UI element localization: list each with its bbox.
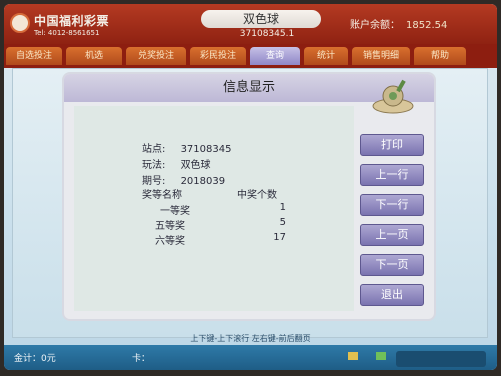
settings-gear-icon: [369, 76, 417, 116]
balance-value: 1852.54: [406, 20, 448, 31]
balance-label: 账户余额：: [350, 20, 400, 31]
prize-count-header-cell: 中奖个数: [237, 186, 277, 201]
exit-button[interactable]: 退出: [360, 284, 424, 306]
tab-query[interactable]: 查询: [250, 47, 300, 65]
keyboard-hint: 上下键-上下滚行 左右键-前后翻页: [190, 334, 311, 343]
account-balance: 账户余额： 1852.54: [350, 16, 447, 31]
tab-redeem[interactable]: 兑奖投注: [126, 47, 186, 65]
prize-count-cell: 1: [274, 202, 286, 213]
next-line-button[interactable]: 下一行: [360, 194, 424, 216]
tab-random-pick[interactable]: 机选: [66, 47, 122, 65]
print-button[interactable]: 打印: [360, 134, 424, 156]
prize-table-header: 奖等名称: [142, 186, 182, 201]
prize-count-cell: 17: [270, 232, 286, 243]
prize-count: 5: [279, 217, 286, 228]
dialog-body: [74, 106, 354, 311]
prize-count-header: 中奖个数: [237, 190, 277, 201]
game-name: 双色球: [201, 10, 321, 28]
prize-count: 17: [273, 232, 286, 243]
prize-row: 六等奖: [155, 232, 185, 247]
amount-label: 金计：: [14, 354, 42, 364]
station-label: 站点:: [142, 144, 166, 155]
period-row: 期号: 2018039: [142, 172, 225, 187]
play-label: 玩法:: [142, 160, 166, 171]
amount-total: 金计：0元: [14, 351, 56, 364]
prize-count-cell: 5: [274, 217, 286, 228]
printer-icon: [376, 352, 386, 360]
prev-page-button[interactable]: 上一页: [360, 224, 424, 246]
station-row: 站点: 37108345: [142, 140, 231, 155]
card-status: 卡：: [132, 354, 151, 364]
prize-name-header: 奖等名称: [142, 190, 182, 201]
prize-name: 一等奖: [160, 206, 190, 217]
brand-name: 中国福利彩票: [34, 14, 110, 28]
prize-count: 1: [279, 202, 286, 213]
lottery-logo-icon: [10, 13, 30, 33]
tab-help[interactable]: 帮助: [414, 47, 466, 65]
tab-player-bet[interactable]: 彩民投注: [190, 47, 246, 65]
play-row: 玩法: 双色球: [142, 156, 211, 171]
play-value: 双色球: [180, 160, 211, 171]
prize-name: 五等奖: [155, 221, 185, 232]
prize-row: 五等奖: [155, 217, 185, 232]
prize-row: 一等奖: [160, 202, 190, 217]
period-value: 2018039: [180, 176, 226, 187]
tab-manual-pick[interactable]: 自选投注: [6, 47, 62, 65]
lottery-terminal-screen: 中国福利彩票 Tel: 4012-8561651 双色球 37108345.1 …: [4, 4, 497, 370]
network-icon: [348, 352, 358, 360]
amount-value: 0元: [41, 354, 56, 364]
next-page-button[interactable]: 下一页: [360, 254, 424, 276]
prize-name: 六等奖: [155, 236, 185, 247]
brand-logo: 中国福利彩票 Tel: 4012-8561651: [10, 10, 130, 40]
tab-statistics[interactable]: 统计: [304, 47, 348, 65]
tab-bar: 自选投注 机选 兑奖投注 彩民投注 查询 统计 销售明细 帮助: [4, 44, 497, 68]
tab-sales-detail[interactable]: 销售明细: [352, 47, 410, 65]
clock-panel: [396, 351, 486, 367]
brand-phone: Tel: 4012-8561651: [34, 29, 100, 37]
station-value: 37108345: [180, 144, 232, 155]
prev-line-button[interactable]: 上一行: [360, 164, 424, 186]
station-id: 37108345.1: [239, 29, 295, 39]
